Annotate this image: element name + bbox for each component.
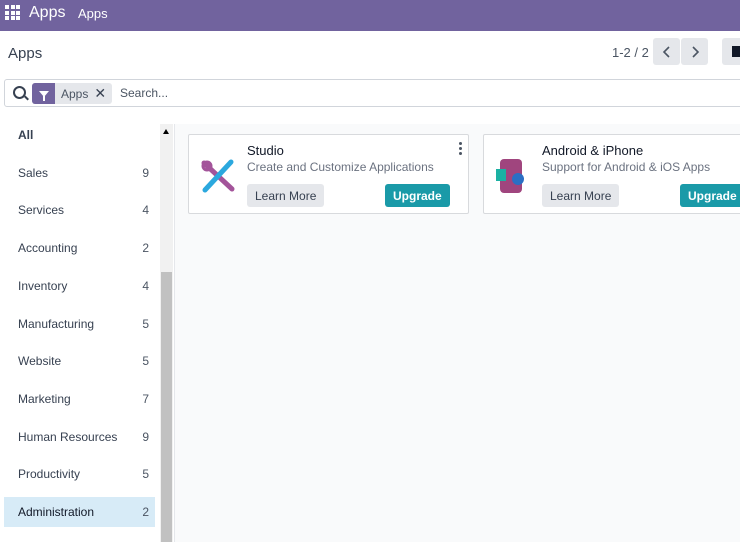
app-description: Support for Android & iOS Apps (542, 160, 711, 174)
sidebar-item-label: Services (18, 203, 65, 217)
sidebar-item-manufacturing[interactable]: Manufacturing 5 (4, 309, 155, 339)
scroll-up-arrow-icon[interactable] (163, 129, 169, 134)
sidebar-item-all[interactable]: All (4, 120, 155, 150)
app-card-studio[interactable]: Studio Create and Customize Applications… (188, 134, 469, 214)
sidebar-item-label: All (18, 128, 34, 142)
facet-remove-icon[interactable]: ✕ (94, 83, 112, 104)
sidebar-item-label: Productivity (18, 467, 81, 481)
scrollbar-thumb[interactable] (161, 272, 172, 542)
sidebar-item-label: Human Resources (18, 430, 118, 444)
menu-item-apps[interactable]: Apps (78, 6, 108, 21)
upgrade-button[interactable]: Upgrade (385, 184, 450, 207)
sidebar-item-label: Marketing (18, 392, 71, 406)
studio-app-icon (201, 159, 235, 193)
app-name: Studio (247, 143, 284, 158)
sidebar-item-count: 5 (142, 317, 149, 331)
sidebar-item-sales[interactable]: Sales 9 (4, 158, 155, 188)
pager-next-button[interactable] (681, 38, 708, 65)
sidebar-item-count: 4 (142, 203, 149, 217)
search-icon[interactable] (13, 86, 26, 99)
sidebar-item-inventory[interactable]: Inventory 4 (4, 271, 155, 301)
view-switcher-button[interactable] (722, 38, 740, 65)
app-title[interactable]: Apps (29, 4, 65, 22)
sidebar-item-website[interactable]: Website 5 (4, 346, 155, 376)
search-bar: Apps ✕ (4, 79, 740, 107)
chevron-left-icon (662, 45, 670, 58)
sidebar-scrollbar[interactable] (160, 124, 173, 542)
upgrade-button[interactable]: Upgrade (680, 184, 740, 207)
sidebar-item-services[interactable]: Services 4 (4, 195, 155, 225)
app-card-android-iphone[interactable]: Android & iPhone Support for Android & i… (483, 134, 740, 214)
sidebar-item-marketing[interactable]: Marketing 7 (4, 384, 155, 414)
pager-value[interactable]: 1-2 / 2 (612, 45, 649, 60)
sidebar-item-count: 7 (142, 392, 149, 406)
top-navbar: Apps Apps (0, 0, 740, 31)
sidebar-item-label: Manufacturing (18, 317, 95, 331)
app-name: Android & iPhone (542, 143, 644, 158)
sidebar-item-label: Administration (18, 505, 95, 519)
chevron-right-icon (691, 45, 699, 58)
kanban-view-icon (732, 46, 740, 57)
sidebar-item-label: Sales (18, 166, 49, 180)
search-input[interactable] (120, 84, 620, 102)
app-description: Create and Customize Applications (247, 160, 434, 174)
sidebar-item-count: 4 (142, 279, 149, 293)
sidebar-item-count: 2 (142, 241, 149, 255)
sidebar-item-count: 9 (142, 166, 149, 180)
breadcrumb: Apps (8, 45, 43, 62)
learn-more-button[interactable]: Learn More (247, 184, 325, 207)
pager-previous-button[interactable] (653, 38, 680, 65)
sidebar-item-count: 5 (142, 467, 149, 481)
sidebar-item-label: Accounting (18, 241, 78, 255)
more-options-icon[interactable] (459, 142, 462, 155)
sidebar-item-count: 5 (142, 354, 149, 368)
sidebar-item-label: Website (18, 354, 62, 368)
sidebar-item-human-resources[interactable]: Human Resources 9 (4, 422, 155, 452)
search-facet: Apps ✕ (32, 83, 113, 104)
app-grid-icon[interactable] (5, 5, 20, 20)
sidebar-item-productivity[interactable]: Productivity 5 (4, 459, 155, 489)
learn-more-button[interactable]: Learn More (542, 184, 620, 207)
filter-icon (32, 83, 55, 104)
facet-label: Apps (61, 86, 89, 101)
category-sidebar: All Sales 9 Services 4 Accounting 2 Inve… (0, 124, 175, 542)
mobile-app-icon (496, 159, 524, 193)
sidebar-item-count: 2 (142, 505, 149, 519)
control-panel: Apps 1-2 / 2 Apps ✕ (0, 31, 740, 124)
sidebar-item-administration[interactable]: Administration 2 (4, 497, 155, 527)
sidebar-item-accounting[interactable]: Accounting 2 (4, 233, 155, 263)
sidebar-item-label: Inventory (18, 279, 68, 293)
sidebar-item-count: 9 (142, 430, 149, 444)
